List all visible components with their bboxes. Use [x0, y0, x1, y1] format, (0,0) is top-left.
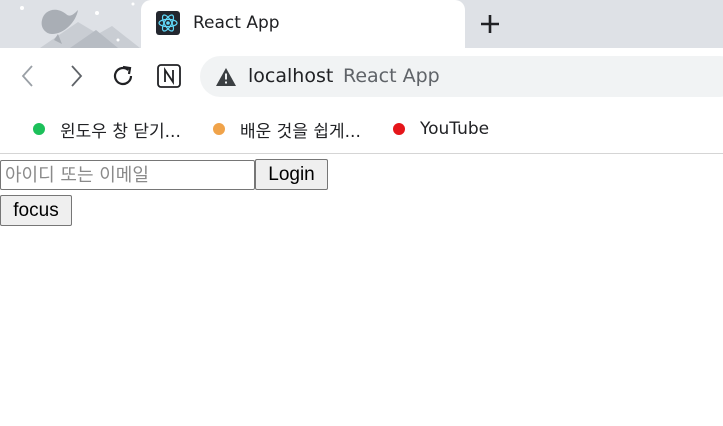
- chevron-left-icon[interactable]: [14, 62, 42, 90]
- address-page-title: React App: [343, 65, 440, 87]
- tab-react-app[interactable]: React App: [141, 0, 465, 48]
- bookmark-dot-icon: [393, 123, 405, 135]
- bookmark-item[interactable]: YouTube: [393, 117, 489, 141]
- chevron-right-icon[interactable]: [62, 62, 90, 90]
- toolbar: localhost React App: [0, 48, 723, 105]
- login-button[interactable]: Login: [255, 159, 328, 190]
- warning-triangle-icon[interactable]: [215, 67, 237, 87]
- bookmark-label: 배운 것을 쉽게...: [240, 121, 361, 142]
- tab-strip: React App: [0, 0, 723, 48]
- bookmark-dot-icon: [33, 123, 45, 135]
- bookmark-label: 윈도우 창 닫기...: [60, 121, 181, 142]
- bookmark-label: YouTube: [420, 119, 490, 139]
- react-logo-icon: [156, 11, 180, 35]
- plus-icon[interactable]: [478, 12, 502, 36]
- theme-decoration-image: [20, 2, 140, 48]
- id-email-input[interactable]: [0, 160, 255, 190]
- browser-window: React App localhost React App 윈도우 창 닫기..…: [0, 0, 723, 426]
- bookmark-item[interactable]: 윈도우 창 닫기...: [33, 117, 181, 142]
- notion-icon[interactable]: [155, 62, 183, 90]
- bookmarks-bar: 윈도우 창 닫기... 배운 것을 쉽게... YouTube: [0, 105, 723, 154]
- bookmark-item[interactable]: 배운 것을 쉽게...: [213, 117, 361, 142]
- reload-icon[interactable]: [109, 62, 137, 90]
- bookmark-dot-icon: [213, 123, 225, 135]
- address-bar[interactable]: localhost React App: [200, 56, 723, 97]
- focus-button[interactable]: focus: [0, 195, 72, 226]
- page-content: Login focus: [0, 154, 723, 426]
- tab-title: React App: [193, 13, 280, 33]
- address-host: localhost: [248, 65, 334, 87]
